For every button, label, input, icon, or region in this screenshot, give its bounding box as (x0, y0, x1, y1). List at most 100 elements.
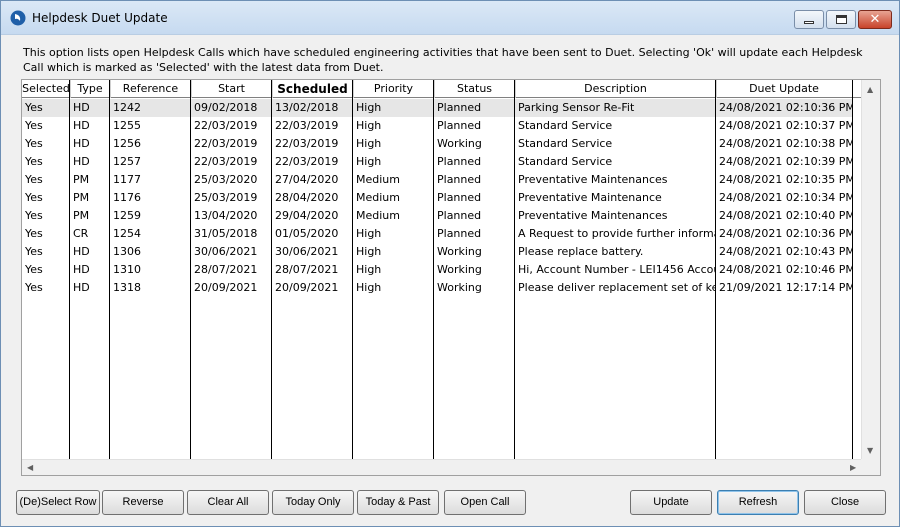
table-row[interactable]: Yes PM 1177 25/03/2020 27/04/2020 Medium Plann… (22, 171, 852, 189)
column-divider (69, 80, 70, 460)
cell-duet-update: 24/08/2021 02:10:37 PM (719, 119, 852, 132)
cell-duet-update: 24/08/2021 02:10:34 PM (719, 191, 852, 204)
cell-selected: Yes (25, 137, 43, 150)
vertical-scrollbar[interactable]: ▲ ▼ (861, 80, 880, 460)
table-row[interactable]: Yes CR 1254 31/05/2018 01/05/2020 High Planned… (22, 225, 852, 243)
header-divider (716, 80, 717, 98)
helpdesk-duet-update-window: Helpdesk Duet Update ✕ This option lists… (0, 0, 900, 527)
col-header-type[interactable]: Type (70, 80, 110, 98)
cell-selected: Yes (25, 227, 43, 240)
close-button[interactable]: Close (804, 490, 886, 515)
maximize-button[interactable] (826, 10, 856, 29)
cell-scheduled: 22/03/2019 (275, 137, 339, 150)
column-divider (433, 80, 434, 460)
today-past-button[interactable]: Today & Past (357, 490, 439, 515)
cell-reference: 1310 (113, 263, 141, 276)
table-row[interactable]: Yes HD 1318 20/09/2021 20/09/2021 High Working… (22, 279, 852, 297)
cell-scheduled: 29/04/2020 (275, 209, 339, 222)
table-row[interactable]: Yes PM 1259 13/04/2020 29/04/2020 Medium Plann… (22, 207, 852, 225)
cell-description: Please replace battery. (518, 245, 644, 258)
cell-reference: 1257 (113, 155, 141, 168)
table-row[interactable]: Yes HD 1255 22/03/2019 22/03/2019 High Planned… (22, 117, 852, 135)
col-header-scheduled[interactable]: Scheduled (272, 80, 353, 98)
column-divider (852, 80, 853, 460)
cell-reference: 1255 (113, 119, 141, 132)
cell-duet-update: 24/08/2021 02:10:36 PM (719, 227, 852, 240)
cell-status: Planned (437, 119, 482, 132)
open-call-button[interactable]: Open Call (444, 490, 526, 515)
cell-start: 09/02/2018 (194, 101, 258, 114)
table-row[interactable]: Yes HD 1256 22/03/2019 22/03/2019 High Working… (22, 135, 852, 153)
column-divider (715, 80, 716, 460)
deselect-row-button[interactable]: (De)Select Row (16, 490, 100, 515)
cell-start: 25/03/2019 (194, 191, 258, 204)
header-divider (70, 80, 71, 98)
minimize-button[interactable] (794, 10, 824, 29)
table-row[interactable]: Yes HD 1257 22/03/2019 22/03/2019 High Planned… (22, 153, 852, 171)
cell-scheduled: 22/03/2019 (275, 119, 339, 132)
cell-type: HD (73, 263, 90, 276)
cell-status: Working (437, 281, 482, 294)
table-row[interactable]: Yes HD 1310 28/07/2021 28/07/2021 High Working… (22, 261, 852, 279)
clear-all-button[interactable]: Clear All (187, 490, 269, 515)
cell-scheduled: 13/02/2018 (275, 101, 339, 114)
arrow-up-icon[interactable]: ▲ (867, 85, 873, 94)
col-header-reference[interactable]: Reference (110, 80, 191, 98)
cell-type: HD (73, 281, 90, 294)
header-divider (191, 80, 192, 98)
cell-priority: Medium (356, 173, 400, 186)
cell-reference: 1306 (113, 245, 141, 258)
col-header-priority[interactable]: Priority (353, 80, 434, 98)
horizontal-scrollbar[interactable]: ◀ ▶ (22, 459, 862, 475)
cell-type: HD (73, 101, 90, 114)
cell-type: PM (73, 173, 90, 186)
table-row[interactable]: Yes HD 1306 30/06/2021 30/06/2021 High Working… (22, 243, 852, 261)
refresh-button[interactable]: Refresh (717, 490, 799, 515)
update-button[interactable]: Update (630, 490, 712, 515)
header-divider (353, 80, 354, 98)
cell-selected: Yes (25, 209, 43, 222)
close-window-button[interactable]: ✕ (858, 10, 892, 29)
cell-status: Working (437, 137, 482, 150)
cell-description: Standard Service (518, 137, 613, 150)
cell-type: CR (73, 227, 89, 240)
col-header-description[interactable]: Description (515, 80, 716, 98)
minimize-icon (804, 21, 814, 24)
today-only-button[interactable]: Today Only (272, 490, 354, 515)
cell-selected: Yes (25, 245, 43, 258)
window-title: Helpdesk Duet Update (32, 11, 168, 25)
table-row[interactable]: Yes HD 1242 09/02/2018 13/02/2018 High Planned… (22, 99, 852, 117)
cell-status: Planned (437, 209, 482, 222)
cell-priority: High (356, 263, 382, 276)
cell-reference: 1242 (113, 101, 141, 114)
cell-status: Planned (437, 173, 482, 186)
cell-description: Preventative Maintenances (518, 209, 668, 222)
title-bar: Helpdesk Duet Update ✕ (1, 1, 899, 35)
cell-duet-update: 24/08/2021 02:10:40 PM (719, 209, 852, 222)
cell-reference: 1318 (113, 281, 141, 294)
col-header-status[interactable]: Status (434, 80, 515, 98)
col-header-selected[interactable]: Selected (22, 80, 70, 98)
cell-scheduled: 28/07/2021 (275, 263, 339, 276)
cell-start: 22/03/2019 (194, 119, 258, 132)
cell-selected: Yes (25, 281, 43, 294)
cell-selected: Yes (25, 155, 43, 168)
arrow-left-icon[interactable]: ◀ (27, 463, 33, 472)
table-row[interactable]: Yes PM 1176 25/03/2019 28/04/2020 Medium Plann… (22, 189, 852, 207)
cell-status: Working (437, 263, 482, 276)
maximize-icon (835, 15, 847, 24)
col-header-duet-update[interactable]: Duet Update (716, 80, 852, 98)
cell-duet-update: 24/08/2021 02:10:38 PM (719, 137, 852, 150)
close-icon: ✕ (869, 12, 881, 27)
arrow-down-icon[interactable]: ▼ (867, 446, 873, 455)
arrow-right-icon[interactable]: ▶ (850, 463, 856, 472)
helpdesk-calls-grid[interactable]: Selected Type Reference Start Scheduled … (21, 79, 881, 476)
reverse-button[interactable]: Reverse (102, 490, 184, 515)
cell-type: HD (73, 245, 90, 258)
column-divider (271, 80, 272, 460)
scrollbar-corner (861, 459, 880, 475)
cell-priority: High (356, 281, 382, 294)
cell-selected: Yes (25, 119, 43, 132)
cell-description: A Request to provide further information (518, 227, 715, 240)
col-header-start[interactable]: Start (191, 80, 272, 98)
